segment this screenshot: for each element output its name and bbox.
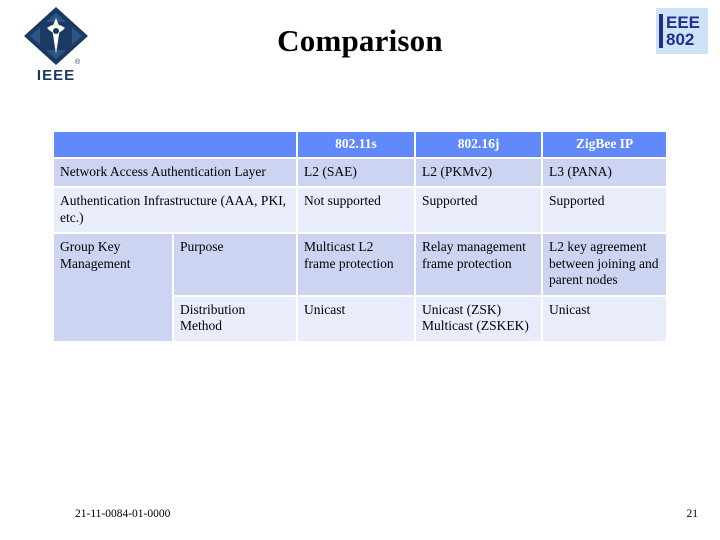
cell-r3-802-11s: Multicast L2 frame protection [298,234,414,295]
svg-text:®: ® [75,58,81,66]
header-cell-802-16j: 802.16j [416,132,541,157]
table-header-row: 802.11s 802.16j ZigBee IP [54,132,666,157]
cell-r2-802-11s: Not supported [298,188,414,233]
footer-page-number: 21 [686,508,699,520]
header-cell-802-11s: 802.11s [298,132,414,157]
table-row: Authentication Infrastructure (AAA, PKI,… [54,188,666,233]
cell-r3-zigbee-ip: L2 key agreement between joining and par… [543,234,666,295]
header-cell-blank [54,132,296,157]
cell-r4-zigbee-ip: Unicast [543,296,666,341]
row-label-authentication-infrastructure: Authentication Infrastructure (AAA, PKI,… [54,188,296,233]
table-row: Network Access Authentication Layer L2 (… [54,159,666,187]
table-row: Group Key Management Purpose Multicast L… [54,234,666,341]
footer-document-number: 21-11-0084-01-0000 [75,508,171,520]
cell-r2-802-16j: Supported [416,188,541,233]
cell-r1-802-11s: L2 (SAE) [298,159,414,187]
table-header: 802.11s 802.16j ZigBee IP [54,132,666,157]
header-cell-zigbee-ip: ZigBee IP [543,132,666,157]
row-label-group-key-management: Group Key Management [54,234,172,341]
page-title: Comparison [277,23,443,58]
row-label-network-access-authentication-layer: Network Access Authentication Layer [54,159,296,187]
cell-r3-802-16j: Relay management frame protection [416,234,541,295]
comparison-table-wrapper: 802.11s 802.16j ZigBee IP Network Access… [52,130,666,343]
cell-r2-zigbee-ip: Supported [543,188,666,233]
slide-canvas: ® IEEE EEE 802 Comparison 802.11s 802.16… [0,0,720,540]
sublabel-distribution-method: Distribution Method [174,296,296,341]
sublabel-purpose: Purpose [174,234,296,295]
svg-text:IEEE: IEEE [37,67,75,84]
comparison-table: 802.11s 802.16j ZigBee IP Network Access… [52,130,668,343]
cell-r1-802-16j: L2 (PKMv2) [416,159,541,187]
cell-r4-802-11s: Unicast [298,296,414,341]
cell-r4-802-16j: Unicast (ZSK) Multicast (ZSKEK) [416,296,541,341]
cell-r1-zigbee-ip: L3 (PANA) [543,159,666,187]
table-body: Network Access Authentication Layer L2 (… [54,159,666,341]
